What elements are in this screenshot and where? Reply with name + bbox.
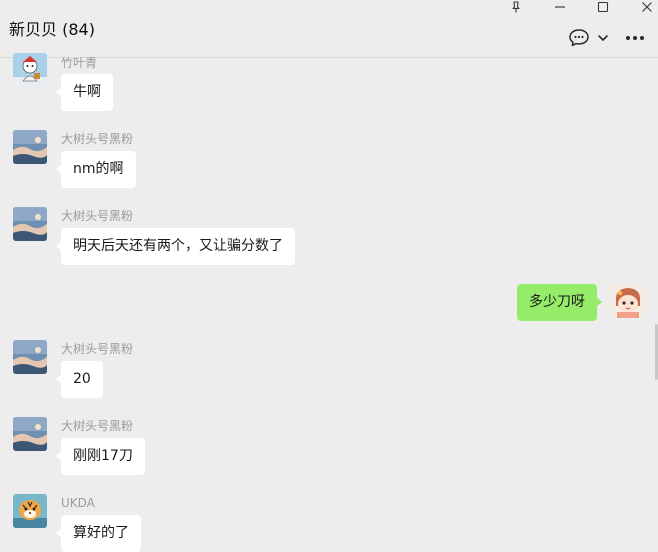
avatar[interactable] [13, 494, 47, 528]
avatar[interactable] [13, 340, 47, 374]
sender-name: 大树头号黑粉 [61, 209, 134, 223]
sender-name: UKDA [61, 496, 95, 510]
chat-bubble-icon[interactable] [568, 28, 590, 48]
sender-name: 大树头号黑粉 [61, 132, 134, 146]
sender-name: 大树头号黑粉 [61, 342, 134, 356]
chat-window: 新贝贝 (84) 竹叶青 牛啊 大树头号黑粉 nm的啊 大树头号黑粉 明天后天还… [0, 0, 658, 552]
avatar[interactable] [13, 417, 47, 451]
avatar[interactable] [13, 207, 47, 241]
avatar[interactable] [611, 284, 645, 318]
message-bubble[interactable]: 刚刚17刀 [56, 438, 145, 475]
message-bubble[interactable]: 算好的了 [56, 515, 141, 552]
message-bubble[interactable]: 牛啊 [56, 74, 113, 111]
sender-name: 竹叶青 [61, 56, 98, 70]
message-bubble[interactable]: 明天后天还有两个，又让骗分数了 [56, 228, 295, 265]
chat-header: 新贝贝 (84) [0, 0, 658, 58]
more-icon[interactable] [624, 31, 646, 45]
message-bubble[interactable]: nm的啊 [56, 151, 136, 188]
chat-title: 新贝贝 (84) [9, 20, 95, 39]
message-bubble-self[interactable]: 多少刀呀 [517, 284, 602, 321]
avatar[interactable] [13, 130, 47, 164]
avatar[interactable] [13, 53, 47, 87]
sender-name: 大树头号黑粉 [61, 419, 134, 433]
chevron-down-icon[interactable] [596, 32, 610, 44]
message-bubble[interactable]: 20 [56, 361, 103, 398]
